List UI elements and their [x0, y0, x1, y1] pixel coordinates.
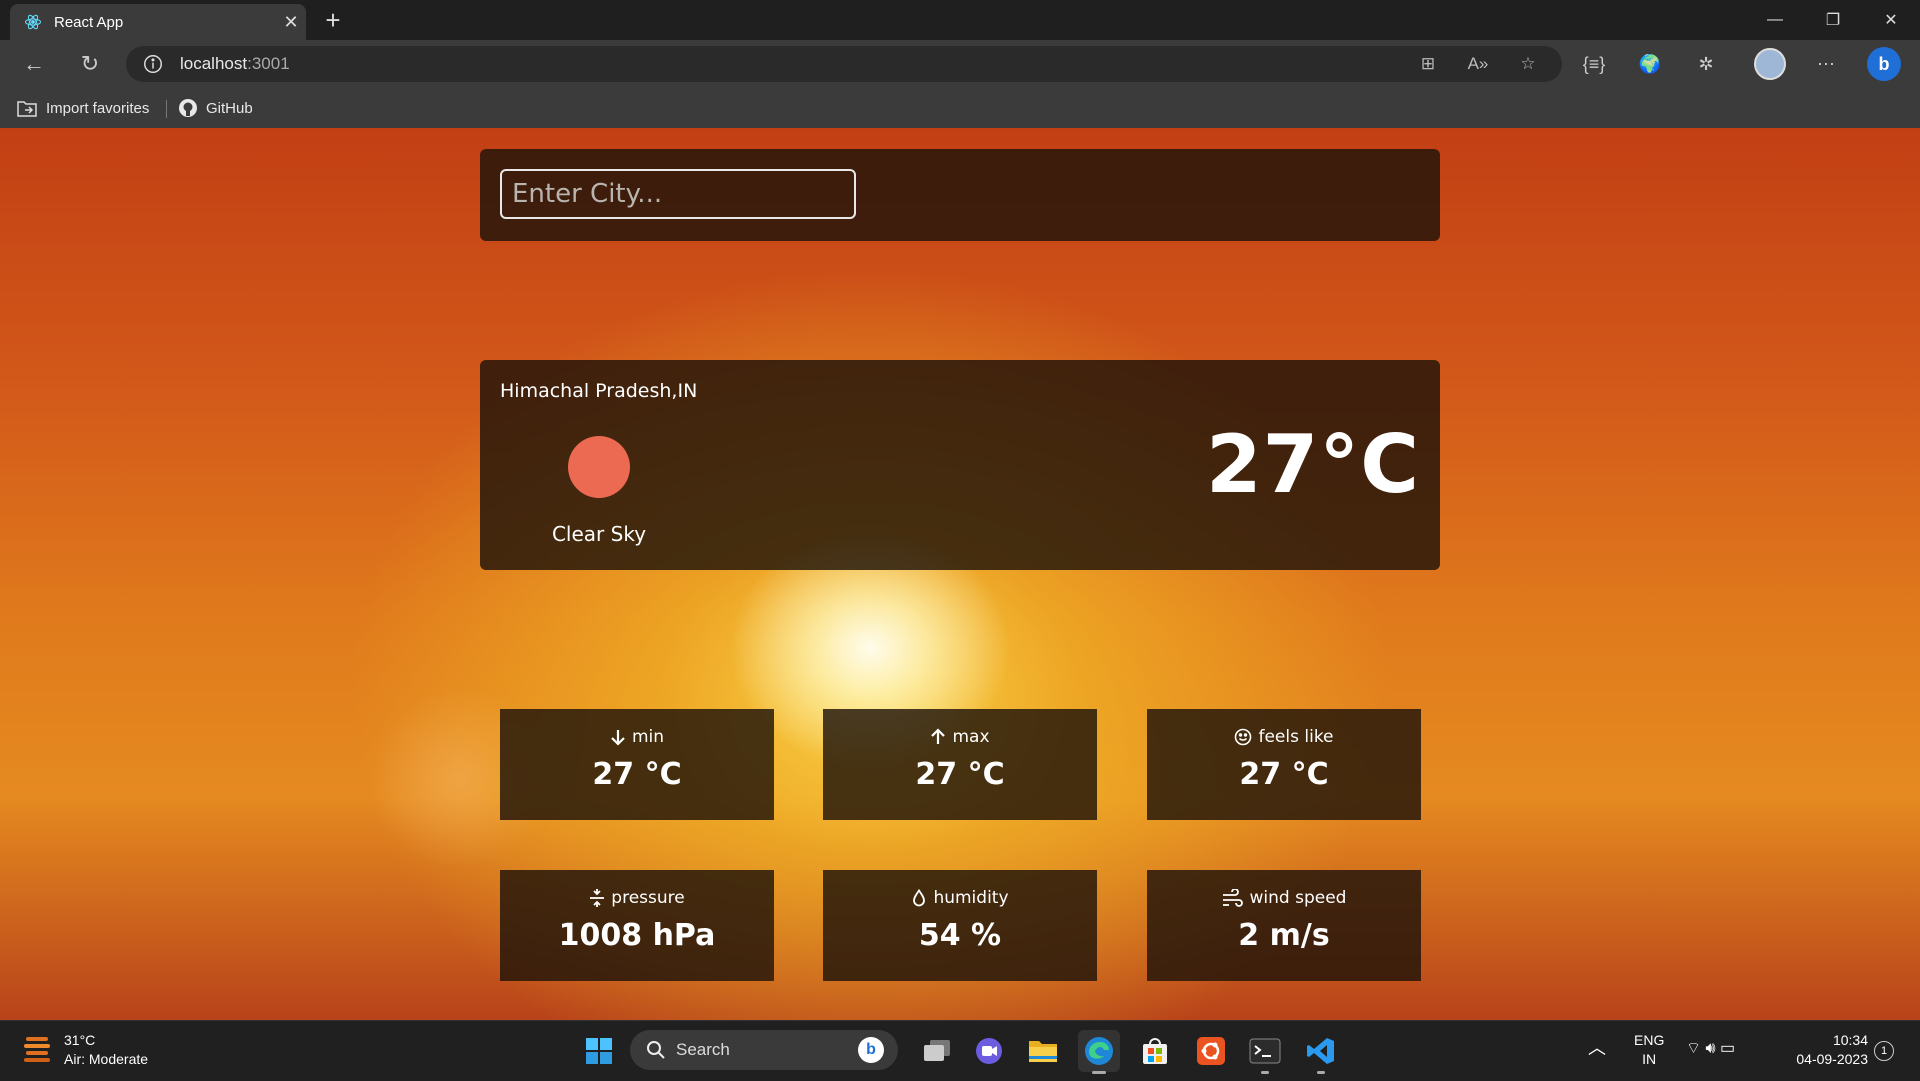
arrow-up-icon [931, 728, 946, 744]
wind-icon [1222, 889, 1243, 907]
bing-copilot-icon[interactable]: b [1866, 46, 1902, 82]
site-info-icon[interactable] [142, 53, 164, 75]
favorites-bar: Import favorites GitHub [0, 88, 1920, 129]
stat-wind-speed: wind speed 2 m/s [1147, 870, 1421, 981]
folder-icon [1029, 1041, 1057, 1062]
github-icon [179, 99, 197, 117]
react-icon [24, 14, 42, 30]
vscode-icon [1307, 1038, 1334, 1064]
stat-humidity: humidity 54 % [823, 870, 1097, 981]
stat-min: min 27 °C [500, 709, 774, 820]
store-icon [1143, 1038, 1167, 1064]
location-label: Himachal Pradesh,IN [500, 380, 698, 402]
search-panel [480, 149, 1440, 241]
extensions-puzzle-icon[interactable]: ✲ [1688, 46, 1724, 82]
start-button[interactable] [578, 1030, 620, 1072]
clock-time: 10:34 [1832, 1032, 1868, 1048]
tab-title: React App [54, 13, 124, 31]
vscode-app[interactable] [1300, 1030, 1342, 1074]
show-hidden-icons-button[interactable]: ︿ [1588, 1039, 1606, 1058]
extension-braces-icon[interactable]: {≡} [1576, 46, 1612, 82]
taskbar-search[interactable]: Search b [630, 1030, 898, 1070]
import-folder-icon [17, 101, 37, 117]
terminal-app[interactable] [1244, 1030, 1286, 1074]
stat-wind-speed-value: 2 m/s [1238, 918, 1330, 953]
stat-humidity-value: 54 % [918, 918, 1002, 953]
address-bar[interactable]: localhost:3001 [126, 46, 1562, 82]
smile-icon [1235, 728, 1252, 746]
new-tab-button[interactable]: + [318, 6, 348, 36]
stat-max: max 27 °C [823, 709, 1097, 820]
stat-pressure: pressure 1008 hPa [500, 870, 774, 981]
teams-chat-app[interactable] [968, 1030, 1010, 1072]
favorite-import[interactable]: Import favorites [16, 96, 149, 120]
running-indicator [1317, 1071, 1325, 1074]
minimize-button[interactable]: — [1746, 0, 1804, 40]
favorites-divider [166, 100, 167, 118]
weather-temp: 31°C [64, 1032, 96, 1048]
droplet-icon [913, 889, 926, 907]
active-indicator [1092, 1071, 1106, 1074]
bing-search-icon: b [858, 1037, 884, 1063]
language-indicator[interactable]: ENG IN [1634, 1031, 1664, 1069]
app-available-icon[interactable]: ⊞ [1410, 46, 1446, 82]
edge-browser-app[interactable] [1078, 1030, 1120, 1074]
chat-icon [976, 1038, 1002, 1064]
close-window-button[interactable]: ✕ [1862, 0, 1920, 40]
compress-icon [590, 889, 605, 907]
tab-react-app[interactable]: React App ✕ [10, 4, 306, 40]
ubuntu-app[interactable] [1190, 1030, 1232, 1072]
tab-strip: React App ✕ + — ❐ ✕ [0, 0, 1920, 40]
file-explorer-app[interactable] [1022, 1030, 1064, 1072]
stat-feels-like-value: 27 °C [1239, 757, 1329, 792]
stat-pressure-value: 1008 hPa [558, 918, 716, 953]
ubuntu-icon [1197, 1037, 1225, 1065]
windows-taskbar: 31°C Air: Moderate Search b ︿ ENG IN ⌔ 🔊… [0, 1020, 1920, 1081]
weather-app-page: Himachal Pradesh,IN Clear Sky 27°C min 2… [0, 128, 1920, 1020]
wifi-icon: ⌔ [1686, 1040, 1702, 1057]
weather-desc: Air: Moderate [64, 1051, 149, 1067]
profile-avatar[interactable] [1752, 46, 1788, 82]
extension-globe-icon[interactable]: 🌍 [1632, 46, 1668, 82]
close-tab-icon[interactable]: ✕ [276, 12, 306, 33]
clock[interactable]: 10:34 04-09-2023 [1784, 1031, 1868, 1069]
refresh-button[interactable]: ↻ [72, 46, 108, 82]
task-view-icon [924, 1040, 950, 1061]
network-volume-battery[interactable]: ⌔ 🔊︎ ▭ [1686, 1039, 1735, 1058]
clock-date: 04-09-2023 [1796, 1051, 1868, 1067]
notification-badge[interactable]: 1 [1874, 1041, 1894, 1061]
clear-sky-icon [568, 436, 630, 498]
stat-feels-like: feels like 27 °C [1147, 709, 1421, 820]
weather-sun-icon [24, 1037, 50, 1062]
edge-icon [1085, 1037, 1113, 1065]
search-label: Search [676, 1040, 730, 1059]
stat-min-value: 27 °C [592, 757, 682, 792]
back-button[interactable]: ← [16, 46, 52, 82]
microsoft-store-app[interactable] [1134, 1030, 1176, 1072]
favorite-star-icon[interactable]: ☆ [1510, 46, 1546, 82]
task-view-button[interactable] [916, 1030, 958, 1072]
read-aloud-icon[interactable]: A» [1460, 46, 1496, 82]
arrow-down-icon [611, 730, 625, 746]
search-icon [647, 1041, 665, 1059]
weather-widget[interactable]: 31°C Air: Moderate [22, 1031, 148, 1069]
url-text: localhost:3001 [180, 54, 290, 73]
terminal-icon [1249, 1038, 1281, 1064]
running-indicator [1261, 1071, 1269, 1074]
restore-button[interactable]: ❐ [1804, 0, 1862, 40]
condition-label: Clear Sky [551, 522, 647, 546]
battery-icon: ▭ [1720, 1040, 1736, 1057]
windows-logo-icon [586, 1038, 612, 1064]
current-temperature: 27°C [1205, 418, 1420, 511]
volume-icon: 🔊︎ [1705, 1040, 1716, 1057]
favorite-github[interactable]: GitHub [178, 96, 253, 120]
current-weather-card: Himachal Pradesh,IN Clear Sky 27°C [480, 360, 1440, 570]
city-search-input[interactable] [500, 169, 856, 219]
more-menu-icon[interactable]: ⋯ [1808, 46, 1844, 82]
stat-max-value: 27 °C [915, 757, 1005, 792]
